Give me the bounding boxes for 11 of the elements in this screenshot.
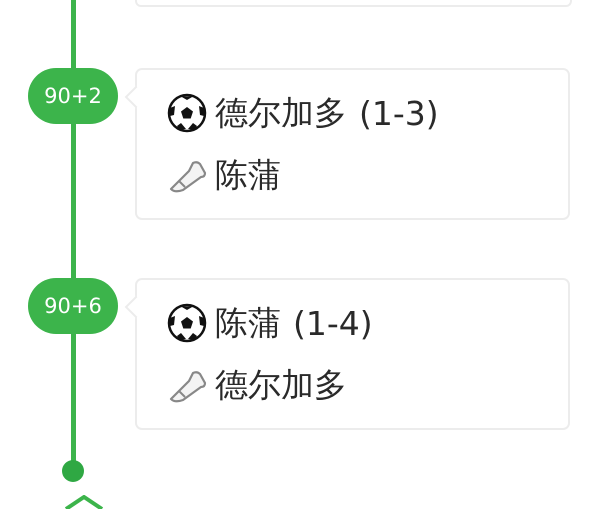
player-name: 德尔加多 [215,92,347,134]
player-name: 德尔加多 [215,364,347,406]
score-text: (1-3) [359,94,439,132]
minute-badge: 90+6 [28,278,118,334]
player-name: 陈蒲 [215,302,281,344]
soccer-ball-icon [167,93,207,133]
timeline-end-dot [62,460,84,482]
minute-badge: 90+2 [28,68,118,124]
soccer-ball-icon [167,303,207,343]
score-text: (1-4) [293,304,373,342]
player-name: 陈蒲 [215,154,281,196]
